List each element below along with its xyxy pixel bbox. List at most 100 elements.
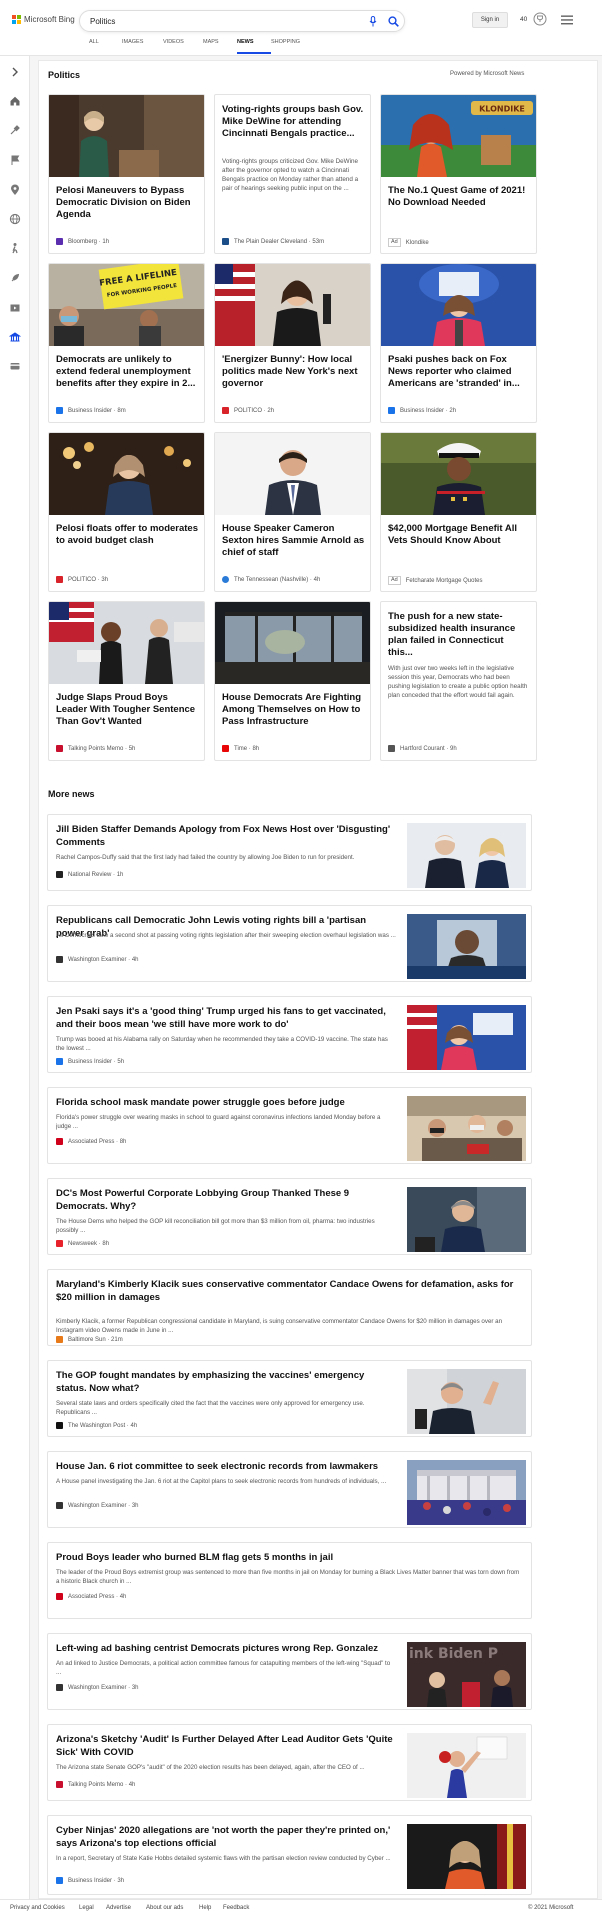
source-time: 1h <box>102 238 110 245</box>
card-headline: The No.1 Quest Game of 2021! No Download… <box>388 185 526 208</box>
plain-dealer-logo-icon <box>222 238 229 245</box>
card-image <box>215 264 370 346</box>
brand-name: Microsoft Bing <box>24 15 75 24</box>
news-card[interactable]: Pelosi Maneuvers to Bypass Democratic Di… <box>48 94 205 254</box>
money-card-icon[interactable] <box>9 360 21 372</box>
news-list-item[interactable]: Jill Biden Staffer Demands Apology from … <box>47 814 532 891</box>
location-pin-icon[interactable] <box>9 184 21 196</box>
rewards-points[interactable]: 40 <box>520 16 527 23</box>
ad-card[interactable]: $42,000 Mortgage Benefit All Vets Should… <box>380 432 537 592</box>
card-headline: House Speaker Cameron Sexton hires Sammi… <box>222 523 365 558</box>
source-name: Talking Points Memo <box>68 745 124 752</box>
news-list-item[interactable]: Republicans call Democratic John Lewis v… <box>47 905 532 982</box>
news-list-item[interactable]: Florida school mask mandate power strugg… <box>47 1087 532 1164</box>
politics-section-title: Politics <box>48 70 81 80</box>
news-list-item[interactable]: House Jan. 6 riot committee to seek elec… <box>47 1451 532 1528</box>
news-list-item[interactable]: Cyber Ninjas' 2020 allegations are 'not … <box>47 1815 532 1895</box>
bing-logo[interactable]: Microsoft Bing <box>12 15 75 24</box>
source-time: 3h <box>101 576 109 583</box>
source-name: The Washington Post <box>68 1422 126 1429</box>
news-source: Washington Examiner · 3h <box>56 1502 139 1509</box>
news-card[interactable]: The push for a new state-subsidized heal… <box>380 601 537 761</box>
politics-capitol-icon[interactable] <box>9 331 21 343</box>
source-name: Business Insider <box>68 1877 113 1884</box>
tab-news[interactable]: NEWS <box>237 39 271 54</box>
news-card[interactable]: Pelosi floats offer to moderates to avoi… <box>48 432 205 592</box>
national-review-logo-icon <box>56 871 63 878</box>
science-rocket-icon[interactable] <box>9 272 21 284</box>
ad-image-text: ink Biden P <box>409 1646 498 1662</box>
powered-by-label[interactable]: Powered by Microsoft News <box>450 71 524 77</box>
entertainment-icon[interactable] <box>9 302 21 314</box>
search-icon[interactable] <box>388 16 399 27</box>
news-snippet: Florida's power struggle over wearing ma… <box>56 1114 381 1130</box>
hamburger-menu-icon[interactable] <box>561 15 573 25</box>
sign-in-button[interactable]: Sign in <box>472 12 508 28</box>
source-name: Washington Examiner <box>68 1684 127 1691</box>
source-name: Business Insider <box>68 1058 113 1065</box>
news-source: Washington Examiner · 4h <box>56 956 139 963</box>
card-source: Hartford Courant · 9h <box>388 745 457 752</box>
tab-videos[interactable]: VIDEOS <box>163 39 203 54</box>
news-card[interactable]: House Speaker Cameron Sexton hires Sammi… <box>214 432 371 592</box>
source-time: 8h <box>119 1138 127 1145</box>
fitness-icon[interactable] <box>9 242 21 254</box>
source-time: 4h <box>128 1781 136 1788</box>
search-input[interactable] <box>90 16 340 27</box>
tab-shopping[interactable]: SHOPPING <box>271 39 315 54</box>
tab-maps[interactable]: MAPS <box>203 39 237 54</box>
card-image <box>49 433 204 515</box>
source-name: Fetcharate Mortgage Quotes <box>405 577 483 584</box>
card-image <box>49 602 204 684</box>
news-card[interactable]: House Democrats Are Fighting Among Thems… <box>214 601 371 761</box>
news-list-item[interactable]: Arizona's Sketchy 'Audit' Is Further Del… <box>47 1724 532 1801</box>
footer-link-feedback[interactable]: Feedback <box>223 1905 249 1911</box>
footer-link-advertise[interactable]: Advertise <box>106 1905 131 1911</box>
news-snippet: An ad linked to Justice Democrats, a pol… <box>56 1660 391 1676</box>
footer-link-about-ads[interactable]: About our ads <box>146 1905 183 1911</box>
expand-chevron-icon[interactable] <box>9 66 21 78</box>
card-headline: Psaki pushes back on Fox News reporter w… <box>388 354 520 389</box>
footer-link-help[interactable]: Help <box>199 1905 211 1911</box>
microphone-icon[interactable] <box>369 16 377 27</box>
news-list-item[interactable]: Proud Boys leader who burned BLM flag ge… <box>47 1542 532 1619</box>
card-snippet: With just over two weeks left in the leg… <box>388 665 528 699</box>
tab-all[interactable]: ALL <box>89 39 122 54</box>
card-image: KLONDIKE <box>381 95 536 177</box>
footer-link-privacy[interactable]: Privacy and Cookies <box>10 1905 65 1911</box>
source-name: Hartford Courant <box>400 745 445 752</box>
ad-card[interactable]: KLONDIKE The No.1 Quest Game of 2021! No… <box>380 94 537 254</box>
card-image <box>215 602 370 684</box>
news-list-item[interactable]: Left-wing ad bashing centrist Democrats … <box>47 1633 532 1710</box>
card-source: POLITICO · 3h <box>56 576 108 583</box>
more-news-section-title: More news <box>48 789 95 799</box>
news-thumbnail <box>407 1187 526 1252</box>
flag-icon[interactable] <box>9 154 21 166</box>
news-thumbnail <box>407 1096 526 1161</box>
tools-icon[interactable] <box>9 124 21 136</box>
news-headline: Cyber Ninjas' 2020 allegations are 'not … <box>56 1825 391 1849</box>
news-list-item[interactable]: The GOP fought mandates by emphasizing t… <box>47 1360 532 1437</box>
card-headline: Pelosi floats offer to moderates to avoi… <box>56 523 199 546</box>
news-snippet: Rachel Campos-Duffy said that the first … <box>56 854 355 861</box>
card-image: FREE A LIFELINE FOR WORKING PEOPLE <box>49 264 204 346</box>
card-snippet: Voting-rights groups criticized Gov. Mik… <box>222 158 359 192</box>
news-card[interactable]: Judge Slaps Proud Boys Leader With Tough… <box>48 601 205 761</box>
news-source: Washington Examiner · 3h <box>56 1684 139 1691</box>
news-list-item[interactable]: Maryland's Kimberly Klacik sues conserva… <box>47 1269 532 1346</box>
footer-link-legal[interactable]: Legal <box>79 1905 94 1911</box>
news-card[interactable]: Psaki pushes back on Fox News reporter w… <box>380 263 537 423</box>
rewards-trophy-icon[interactable] <box>533 12 547 26</box>
news-list-item[interactable]: DC's Most Powerful Corporate Lobbying Gr… <box>47 1178 532 1255</box>
business-insider-logo-icon <box>388 407 395 414</box>
news-list-item[interactable]: Jen Psaki says it's a 'good thing' Trump… <box>47 996 532 1073</box>
news-card[interactable]: FREE A LIFELINE FOR WORKING PEOPLE Democr… <box>48 263 205 423</box>
tab-images[interactable]: IMAGES <box>122 39 163 54</box>
home-icon[interactable] <box>9 95 21 107</box>
news-card[interactable]: 'Energizer Bunny': How local politics ma… <box>214 263 371 423</box>
globe-icon[interactable] <box>9 213 21 225</box>
hartford-courant-logo-icon <box>388 745 395 752</box>
card-headline: Voting-rights groups bash Gov. Mike DeWi… <box>222 104 364 139</box>
news-source: Associated Press · 4h <box>56 1593 126 1600</box>
news-card[interactable]: Voting-rights groups bash Gov. Mike DeWi… <box>214 94 371 254</box>
